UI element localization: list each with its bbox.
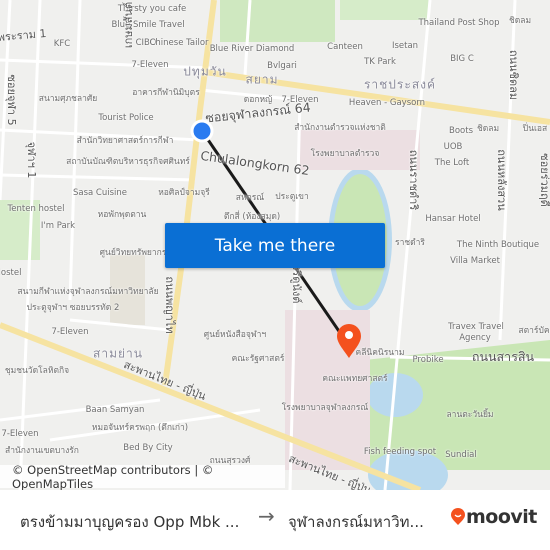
poi-label: UOB [443, 142, 463, 152]
park [220, 0, 335, 42]
poi-label: หอพักพุดตาน [97, 210, 147, 220]
poi-label: ตึกสี่ (ห้องสมุด) [223, 212, 281, 222]
poi-label: Probike [412, 355, 444, 365]
poi-label: Villa Market [450, 256, 500, 266]
district-label: สยาม [245, 72, 279, 87]
road-label: ซอยร่วมฤดี [538, 153, 550, 207]
route-footer: ตรงข้ามมาบุญครอง Opp Mbk ... → จุฬาลงกรณ… [0, 490, 550, 550]
poi-label: TK Park [364, 57, 396, 67]
poi-label: 7-Eleven [51, 327, 89, 337]
road-label: ถนนสารสิน [471, 349, 535, 364]
poi-label: ชิดลม [508, 16, 532, 26]
moovit-logo[interactable]: moovit [450, 506, 537, 528]
poi-label: Blue River Diamond [209, 44, 295, 54]
poi-label: สำนักงานเขตบางรัก [5, 446, 79, 456]
road-label: ถนนชิดลม [507, 49, 520, 101]
poi-label: ประตูจุฬาฯ ซอยบรรทัด 2 [26, 303, 120, 313]
poi-label: ประตูเขา [275, 192, 309, 202]
poi-label: สตาร์บัค [518, 326, 550, 336]
poi-label: Heaven - Gaysorn [348, 98, 426, 108]
poi-label: ลานตะวันยิ้ม [446, 410, 494, 420]
destination-name: จุฬาลงกรณ์มหาวิท... [288, 513, 424, 531]
poi-label: ชุมชนวัดโลหิตกิจ [4, 366, 70, 376]
road-label: เกษมสันต์ [122, 1, 135, 49]
poi-label: อาคารกีฬานิมิบุตร [132, 88, 200, 98]
poi-label: Bvlgari [267, 61, 297, 71]
road-label: ซอยจุฬา 5 [5, 74, 18, 126]
road-label: จุฬาฯ 1 [25, 141, 38, 179]
poi-label: 7-Eleven [1, 429, 39, 439]
origin-name: ตรงข้ามมาบุญครอง Opp Mbk ... [20, 513, 240, 531]
district-label: ปทุมวัน [183, 64, 227, 79]
brand-name: moovit [466, 506, 537, 528]
poi-label: สนามศุภชลาศัย [38, 94, 98, 104]
poi-label: 7-Eleven [131, 60, 169, 70]
poi-label: คณะแพทยศาสตร์ [322, 374, 388, 384]
poi-label: Baan Samyan [85, 405, 145, 415]
moovit-pin-icon [451, 508, 465, 525]
poi-label: สถาบันบัณฑิตบริหารธุรกิจศศินทร์ [66, 157, 190, 167]
park [340, 0, 430, 20]
arrow-right-icon: → [258, 504, 275, 528]
poi-label: Fish feeding spot [363, 447, 437, 457]
poi-label: Chinese Tailor [149, 38, 209, 48]
poi-label: หมอจันทร์ครพฤก (ตึกเก่า) [91, 423, 189, 433]
poi-label: Sundial [445, 450, 477, 460]
poi-label: ศูนย์วิทยทรัพยากร [99, 248, 167, 258]
poi-label: Hostel [0, 268, 22, 278]
district-label: ราชประสงค์ [363, 77, 437, 92]
road-label: ถนนพญาไท [163, 276, 176, 334]
poi-label: Boots [449, 126, 473, 136]
poi-label: ราชดำริ [395, 238, 425, 248]
poi-label: The Loft [434, 158, 470, 168]
poi-label: หอศิลป์จามจุรี [158, 188, 210, 198]
poi-label: Bed By City [123, 443, 173, 453]
poi-label: สหกรณ์ [235, 193, 265, 203]
map-attribution[interactable]: © OpenStreetMap contributors | © OpenMap… [0, 463, 285, 490]
poi-label: Sasa Cuisine [72, 188, 128, 198]
poi-label: สนามกีฬาแห่งจุฬาลงกรณ์มหาวิทยาลัย [17, 287, 159, 297]
poi-label: คณะรัฐศาสตร์ [231, 354, 285, 364]
poi-label: I'm Park [40, 221, 76, 231]
poi-label: Hansar Hotel [425, 214, 481, 224]
poi-label: Travex Travel [448, 322, 504, 332]
poi-label: Isetan [391, 41, 419, 51]
poi-label: คลีนิคนิรนาม [355, 348, 405, 358]
poi-label: สำนักวิทยาศาสตร์การกีฬา [76, 136, 174, 146]
poi-label: KFC [53, 39, 71, 49]
poi-label: Thailand Post Shop [418, 18, 500, 28]
poi-label: สำนักงานตำรวจแห่งชาติ [294, 123, 386, 133]
road-label: ถนนราชดำริ [407, 149, 420, 211]
poi-label: The Ninth Boutique [456, 240, 540, 250]
poi-label: โรงพยาบาลจุฬาลงกรณ์ [281, 403, 369, 413]
poi-label: โรงพยาบาลตำรวจ [310, 149, 380, 159]
poi-label: ศูนย์หนังสือจุฬาฯ [203, 330, 267, 340]
road-label: ถนนหลังสวน [495, 149, 508, 211]
poi-label: ปิ่นเอส [522, 124, 548, 134]
poi-label: BIG C [450, 54, 474, 64]
poi-label: Tourist Police [98, 113, 154, 123]
poi-label: Agency [459, 333, 491, 343]
take-me-there-button[interactable]: Take me there [165, 223, 385, 268]
poi-label: Canteen [327, 42, 363, 52]
poi-label: Tenten hostel [7, 204, 65, 214]
map[interactable]: Thirsty you cafe Blue Smile Travel CIBO Chi… [0, 0, 550, 490]
poi-label: ชิดลม [476, 124, 500, 134]
